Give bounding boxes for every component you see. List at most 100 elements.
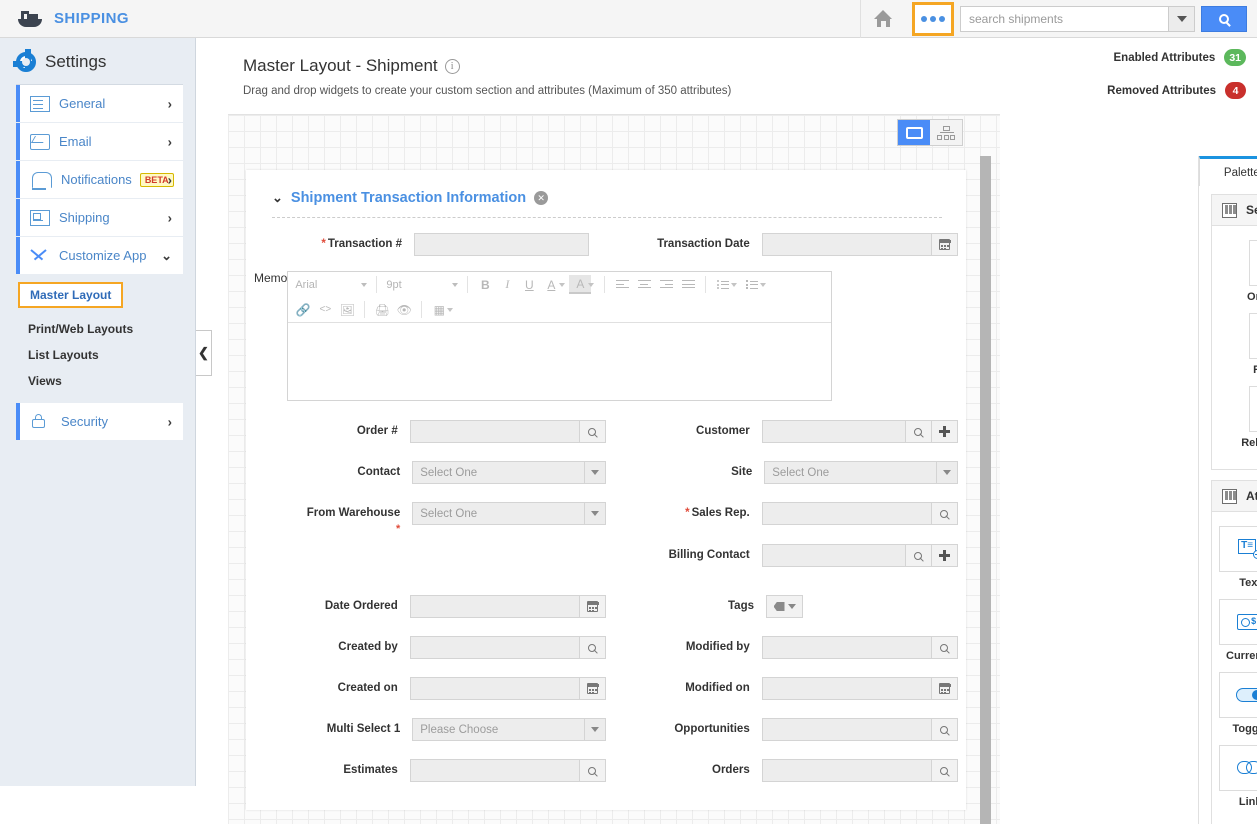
billing-contact-add-button[interactable] [931, 544, 958, 567]
bold-button[interactable]: B [474, 275, 496, 294]
sidebar-item-print-web-layouts[interactable]: Print/Web Layouts [0, 316, 195, 342]
sales-rep-search-button[interactable] [931, 502, 958, 525]
enabled-attributes-label: Enabled Attributes [1113, 51, 1216, 64]
order-search-button[interactable] [579, 420, 606, 443]
ellipsis-icon [921, 15, 927, 22]
customer-add-button[interactable] [931, 420, 958, 443]
sidebar-item-email[interactable]: Email › [16, 123, 183, 160]
estimates-input[interactable] [409, 759, 580, 782]
customer-input[interactable] [761, 420, 906, 443]
canvas-vertical-scrollbar[interactable] [980, 156, 991, 824]
sidebar-item-views[interactable]: Views [0, 368, 195, 394]
estimates-search-button[interactable] [579, 759, 606, 782]
align-right-button[interactable] [655, 275, 677, 294]
created-by-search-button[interactable] [579, 636, 606, 659]
created-on-input[interactable] [409, 677, 580, 700]
required-marker: * [685, 507, 690, 519]
align-left-button[interactable] [611, 275, 633, 294]
insert-image-button[interactable]: 🖼 [336, 300, 358, 319]
multi-select-1-select[interactable]: Please Choose [412, 718, 586, 741]
font-family-select[interactable]: Arial [292, 279, 370, 291]
transaction-number-input[interactable] [414, 233, 589, 256]
caret-down-icon [591, 470, 600, 475]
memo-body-area[interactable] [288, 322, 832, 400]
caret-down-icon[interactable] [447, 307, 454, 312]
caret-down-icon[interactable] [760, 282, 767, 287]
layout-canvas[interactable]: ⌄ Shipment Transaction Information ✕ * Tr… [228, 114, 1000, 824]
app-brand[interactable]: SHIPPING [0, 10, 129, 28]
calendar-button[interactable] [931, 233, 958, 256]
sales-rep-input[interactable] [761, 502, 932, 525]
sidebar-item-security[interactable]: Security › [16, 403, 183, 440]
desktop-view-button[interactable] [898, 120, 930, 145]
modified-by-search-button[interactable] [931, 636, 958, 659]
attributes-group-header[interactable]: Attributes ⌄ [1212, 481, 1257, 512]
from-warehouse-dropdown-button[interactable] [585, 502, 607, 525]
created-by-input[interactable] [409, 636, 580, 659]
transaction-date-input[interactable] [761, 233, 932, 256]
tab-palette[interactable]: Palette [1199, 156, 1257, 186]
font-size-select[interactable]: 9pt [383, 279, 461, 291]
preview-button[interactable]: 👁 [393, 300, 415, 319]
palette-item-related-object[interactable]: Related Object [1226, 386, 1257, 449]
site-dropdown-button[interactable] [937, 461, 959, 484]
search-input[interactable] [961, 6, 1168, 31]
close-circle-icon[interactable]: ✕ [534, 191, 549, 205]
created-on-calendar-button[interactable] [579, 677, 606, 700]
contact-dropdown-button[interactable] [585, 461, 607, 484]
hierarchy-view-button[interactable] [930, 120, 962, 145]
link-button[interactable]: 🔗 [292, 300, 314, 319]
site-select[interactable]: Select One [764, 461, 938, 484]
palette-item-reference[interactable]: Reference [1226, 313, 1257, 376]
opportunities-input[interactable] [761, 718, 932, 741]
modified-on-calendar-button[interactable] [931, 677, 958, 700]
source-code-button[interactable]: <> [314, 300, 336, 319]
orders-input[interactable] [761, 759, 932, 782]
align-center-button[interactable] [633, 275, 655, 294]
palette-item-one-column[interactable]: One Column [1226, 240, 1257, 303]
caret-down-icon[interactable] [559, 282, 566, 287]
memo-rich-text-editor[interactable]: Arial 9pt B I U A A 🔗 <> 🖼 🖨 👁 ▦ [287, 271, 833, 401]
sidebar-item-master-layout[interactable]: Master Layout [18, 282, 124, 308]
modified-by-input[interactable] [761, 636, 932, 659]
customer-search-button[interactable] [905, 420, 932, 443]
palette-item-text[interactable]: T≡ Text [1212, 526, 1257, 589]
sidebar-item-shipping[interactable]: Shipping › [16, 199, 183, 236]
home-button[interactable] [860, 0, 906, 38]
from-warehouse-select[interactable]: Select One [412, 502, 586, 525]
tags-picker-button[interactable] [766, 595, 803, 618]
align-justify-button[interactable] [677, 275, 699, 294]
billing-contact-input[interactable] [761, 544, 906, 567]
order-number-input[interactable] [409, 420, 580, 443]
orders-search-button[interactable] [931, 759, 958, 782]
billing-contact-search-button[interactable] [905, 544, 932, 567]
search-submit-button[interactable] [1201, 5, 1247, 32]
italic-button[interactable]: I [496, 275, 518, 294]
plus-icon [938, 550, 950, 561]
caret-down-icon[interactable] [588, 282, 595, 287]
underline-button[interactable]: U [518, 275, 540, 294]
more-options-button[interactable] [912, 1, 954, 36]
palette-item-toggle[interactable]: Toggle [1212, 672, 1257, 735]
sidebar-item-list-layouts[interactable]: List Layouts [0, 342, 195, 368]
date-ordered-input[interactable] [409, 595, 580, 618]
sections-group-header[interactable]: Sections ⌄ [1212, 195, 1257, 226]
caret-down-icon[interactable] [731, 282, 738, 287]
sidebar-item-notifications[interactable]: Notifications BETA › [16, 161, 183, 198]
sidebar-item-general[interactable]: General › [16, 85, 183, 122]
palette-item-currency[interactable]: $ Currency [1212, 599, 1257, 662]
opportunities-search-button[interactable] [931, 718, 958, 741]
info-icon[interactable]: i [444, 58, 460, 74]
print-button[interactable]: 🖨 [371, 300, 393, 319]
sidebar-item-customize-app[interactable]: Customize App ⌄ [16, 237, 183, 274]
modified-on-input[interactable] [761, 677, 932, 700]
bullet-list-icon [717, 280, 730, 289]
chevron-down-icon[interactable]: ⌄ [272, 190, 283, 206]
form-section-card[interactable]: ⌄ Shipment Transaction Information ✕ * Tr… [246, 170, 966, 810]
sidebar-collapse-handle[interactable]: ❮ [196, 330, 212, 376]
palette-item-link[interactable]: Link [1212, 745, 1257, 808]
search-scope-dropdown[interactable] [1168, 6, 1194, 31]
date-ordered-calendar-button[interactable] [579, 595, 606, 618]
multi-select-1-dropdown-button[interactable] [585, 718, 607, 741]
contact-select[interactable]: Select One [412, 461, 586, 484]
